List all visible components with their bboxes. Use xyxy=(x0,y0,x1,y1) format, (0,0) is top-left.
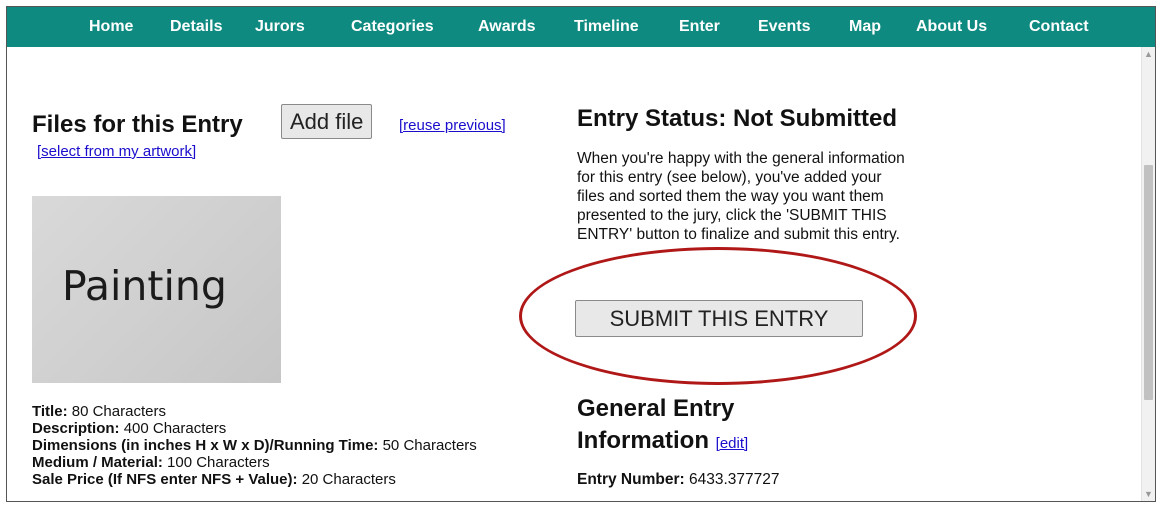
field-label: Sale Price (If NFS enter NFS + Value): xyxy=(32,471,298,488)
field-description: Description: 400 Characters xyxy=(32,420,226,437)
artwork-thumbnail[interactable]: Painting xyxy=(32,196,281,383)
scroll-down-icon[interactable]: ▼ xyxy=(1144,489,1153,499)
nav-map[interactable]: Map xyxy=(849,18,881,36)
add-file-button[interactable]: Add file xyxy=(281,104,373,139)
status-instructions: When you're happy with the general infor… xyxy=(577,150,905,243)
nav-events[interactable]: Events xyxy=(758,18,810,36)
submit-entry-button[interactable]: SUBMIT THIS ENTRY xyxy=(575,300,863,337)
nav-timeline[interactable]: Timeline xyxy=(574,18,639,36)
vertical-scrollbar[interactable]: ▲ ▼ xyxy=(1141,47,1155,501)
thumbnail-label: Painting xyxy=(62,262,227,310)
nav-categories[interactable]: Categories xyxy=(351,18,434,36)
reuse-previous-link[interactable]: [reuse previous] xyxy=(399,117,506,134)
select-artwork-link[interactable]: [select from my artwork] xyxy=(37,143,196,160)
scroll-up-icon[interactable]: ▲ xyxy=(1144,49,1153,59)
field-value: 80 Characters xyxy=(71,403,166,420)
nav-enter[interactable]: Enter xyxy=(679,18,720,36)
field-medium: Medium / Material: 100 Characters xyxy=(32,454,270,471)
files-heading: Files for this Entry xyxy=(32,111,243,138)
general-info-title: General Entry Information xyxy=(577,395,735,454)
field-value: 100 Characters xyxy=(167,454,270,471)
nav-jurors[interactable]: Jurors xyxy=(255,18,305,36)
field-value: 400 Characters xyxy=(123,420,227,437)
top-nav-bar: Home Details Jurors Categories Awards Ti… xyxy=(7,7,1155,47)
entry-status-heading: Entry Status: Not Submitted xyxy=(577,105,898,132)
field-value: 20 Characters xyxy=(301,471,396,488)
scrollbar-thumb[interactable] xyxy=(1144,165,1153,400)
browser-frame: Home Details Jurors Categories Awards Ti… xyxy=(6,6,1156,502)
field-title: Title: 80 Characters xyxy=(32,403,166,420)
field-sale-price: Sale Price (If NFS enter NFS + Value): 2… xyxy=(32,471,396,488)
edit-link[interactable]: [edit] xyxy=(716,435,749,452)
field-label: Description: xyxy=(32,420,120,437)
field-label: Dimensions (in inches H x W x D)/Running… xyxy=(32,437,379,454)
entry-number-label: Entry Number: xyxy=(577,471,685,488)
field-label: Medium / Material: xyxy=(32,454,163,471)
nav-details[interactable]: Details xyxy=(170,18,222,36)
general-info-heading: General Entry Information [edit] xyxy=(577,393,797,460)
entry-number-value: 6433.377727 xyxy=(688,471,780,488)
field-value: 50 Characters xyxy=(382,437,477,454)
field-dimensions: Dimensions (in inches H x W x D)/Running… xyxy=(32,437,477,454)
field-label: Title: xyxy=(32,403,68,420)
entry-number: Entry Number: 6433.377727 xyxy=(577,471,779,489)
nav-about-us[interactable]: About Us xyxy=(916,18,987,36)
nav-home[interactable]: Home xyxy=(89,18,133,36)
nav-awards[interactable]: Awards xyxy=(478,18,536,36)
nav-contact[interactable]: Contact xyxy=(1029,18,1089,36)
